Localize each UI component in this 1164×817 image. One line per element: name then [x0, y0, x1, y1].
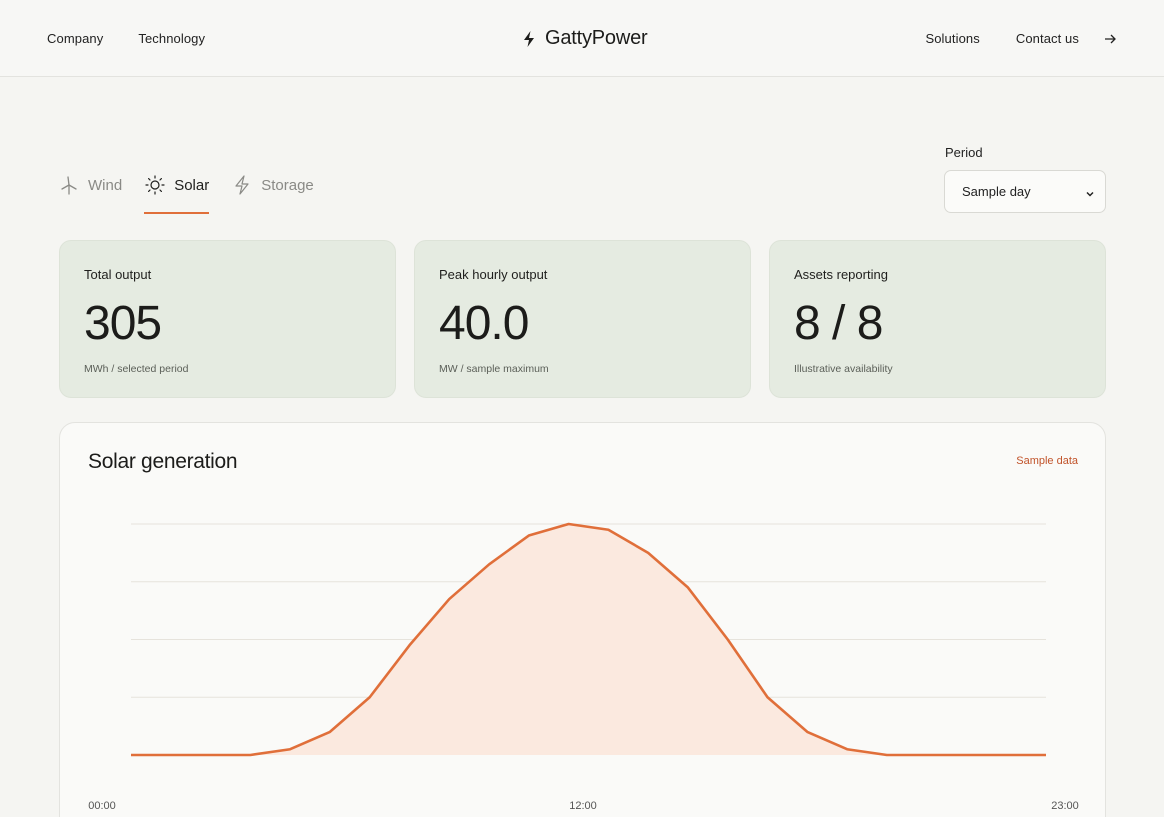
kpi-label: Peak hourly output: [439, 267, 548, 282]
period-selected-value: Sample day: [962, 184, 1031, 199]
tab-solar[interactable]: Solar: [144, 172, 210, 214]
period-select[interactable]: Sample day: [944, 170, 1106, 213]
nav-right: Solutions Contact us: [925, 31, 1117, 46]
tab-storage[interactable]: Storage: [231, 172, 314, 198]
nav-contact-link[interactable]: Contact us: [1016, 31, 1079, 46]
brand-name: GattyPower: [545, 27, 648, 49]
solar-generation-panel: Solar generation Sample data 00:00 12:00 2…: [59, 422, 1106, 817]
kpi-label: Total output: [84, 267, 152, 282]
x-tick-label: 00:00: [88, 800, 116, 812]
tab-wind-label: Wind: [88, 176, 123, 194]
period-label: Period: [945, 145, 983, 160]
kpi-label: Assets reporting: [794, 267, 888, 282]
top-nav: Company Technology GattyPower Solutions …: [0, 0, 1164, 77]
solar-generation-chart: 00:00 12:00 23:00: [88, 522, 1079, 812]
energy-tabs: Wind Solar Storage: [58, 172, 314, 214]
nav-company-link[interactable]: Company: [47, 31, 103, 46]
sun-icon: [145, 175, 165, 195]
bolt-icon: [521, 30, 537, 48]
wind-turbine-icon: [61, 176, 77, 195]
kpi-value: 305: [84, 297, 162, 350]
nav-left: Company Technology: [47, 31, 205, 46]
nav-solutions-link[interactable]: Solutions: [925, 31, 979, 46]
kpi-value: 8 / 8: [794, 297, 883, 350]
kpi-value: 40.0: [439, 297, 529, 350]
x-tick-label: 23:00: [1051, 800, 1079, 812]
kpi-card-peak-output: Peak hourly output 40.0 MW / sample maxi…: [414, 240, 751, 398]
kpi-unit: MWh / selected period: [84, 363, 189, 375]
tab-solar-label: Solar: [174, 176, 210, 194]
tab-wind[interactable]: Wind: [58, 172, 122, 198]
kpi-unit: Illustrative availability: [794, 363, 893, 375]
bolt-icon: [235, 175, 249, 195]
tab-storage-label: Storage: [261, 176, 314, 194]
brand-logo[interactable]: GattyPower: [521, 27, 648, 50]
x-tick-label: 12:00: [569, 800, 597, 812]
kpi-unit: MW / sample maximum: [439, 363, 549, 375]
chevron-down-icon: [1085, 187, 1095, 197]
kpi-card-assets-reporting: Assets reporting 8 / 8 Illustrative avai…: [769, 240, 1106, 398]
kpi-card-total-output: Total output 305 MWh / selected period: [59, 240, 396, 398]
nav-technology-link[interactable]: Technology: [138, 31, 205, 46]
arrow-right-icon[interactable]: [1103, 32, 1117, 46]
